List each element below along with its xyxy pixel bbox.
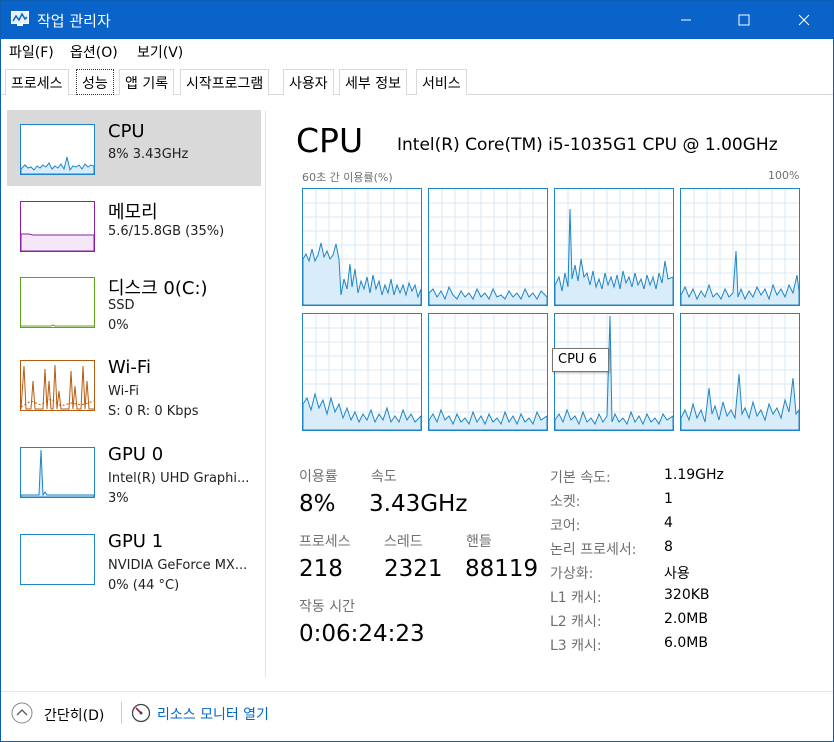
sidebar-gpu1-model: NVIDIA GeForce MX... — [108, 558, 248, 573]
speed-label: 속도 — [371, 469, 397, 485]
sidebar-memory-usage: 5.6/15.8GB (35%) — [108, 224, 225, 239]
chevron-up-circle-icon[interactable] — [11, 702, 33, 724]
sidebar-wifi-throughput: S: 0 R: 0 Kbps — [108, 404, 199, 419]
sidebar-item-cpu[interactable]: CPU 8% 3.43GHz — [7, 110, 261, 186]
disk-mini-graph — [20, 277, 95, 328]
handles-label: 핸들 — [466, 534, 492, 550]
sidebar-gpu0-title: GPU 0 — [108, 444, 164, 465]
cpu-graph-tooltip: CPU 6 — [552, 348, 609, 372]
virtualization-value: 사용 — [664, 566, 690, 582]
uptime-label: 작동 시간 — [299, 599, 355, 615]
sidebar-divider — [265, 111, 266, 677]
resource-monitor-icon — [131, 703, 151, 723]
l3-cache-label: L3 캐시: — [550, 638, 602, 654]
menu-view[interactable]: 보기(V) — [137, 42, 183, 62]
tab-users[interactable]: 사용자 — [283, 69, 334, 95]
tab-details[interactable]: 세부 정보 — [339, 69, 407, 95]
utilization-label: 이용률 — [299, 469, 338, 485]
logical-processors-label: 논리 프로세서: — [550, 542, 637, 558]
cpu-graph-7[interactable] — [680, 313, 800, 431]
cpu-graph-2[interactable] — [554, 188, 674, 306]
menu-options[interactable]: 옵션(O) — [70, 42, 118, 62]
cores-label: 코어: — [550, 518, 581, 534]
memory-mini-graph — [20, 201, 95, 252]
sidebar-item-gpu1[interactable]: GPU 1 NVIDIA GeForce MX... 0% (44 °C) — [7, 520, 261, 596]
page-title: CPU — [296, 121, 364, 160]
sidebar-cpu-title: CPU — [108, 121, 145, 142]
footer-divider — [121, 702, 122, 724]
sockets-label: 소켓: — [550, 494, 581, 510]
sidebar-cpu-usage: 8% 3.43GHz — [108, 147, 189, 162]
sidebar-gpu1-title: GPU 1 — [108, 531, 164, 552]
cpu-graph-6[interactable] — [554, 313, 674, 431]
sidebar-gpu0-usage: 3% — [108, 491, 129, 506]
maximize-icon — [738, 14, 750, 26]
window-title: 작업 관리자 — [37, 12, 111, 30]
sidebar-disk-usage: 0% — [108, 318, 129, 333]
tab-startup[interactable]: 시작프로그램 — [180, 69, 270, 95]
sidebar-item-wifi[interactable]: Wi-Fi Wi-Fi S: 0 R: 0 Kbps — [7, 346, 261, 422]
utilization-value: 8% — [299, 491, 336, 517]
speed-value: 3.43GHz — [369, 491, 468, 517]
sidebar-gpu1-usage: 0% (44 °C) — [108, 578, 180, 593]
tab-processes[interactable]: 프로세스 — [5, 69, 69, 95]
cores-value: 4 — [664, 515, 673, 531]
sidebar-gpu0-model: Intel(R) UHD Graphi... — [108, 471, 250, 486]
virtualization-label: 가상화: — [550, 566, 594, 582]
cpu-graph-1[interactable] — [428, 188, 548, 306]
tab-bar: 프로세스 성능 앱 기록 시작프로그램 사용자 세부 정보 서비스 — [1, 67, 833, 95]
minimize-button[interactable] — [663, 1, 709, 39]
tab-app-history[interactable]: 앱 기록 — [119, 69, 175, 95]
base-speed-value: 1.19GHz — [664, 467, 724, 483]
close-icon — [798, 14, 810, 26]
sockets-value: 1 — [664, 491, 673, 507]
task-manager-window: 작업 관리자 파일(F) 옵션(O) 보기(V) 프로세스 성능 앱 기록 시작… — [0, 0, 834, 742]
gpu1-mini-graph — [20, 534, 95, 585]
cpu-graph-4[interactable] — [302, 313, 422, 431]
menu-file[interactable]: 파일(F) — [9, 42, 54, 62]
sidebar-disk-title: 디스크 0(C:) — [108, 278, 208, 299]
l2-cache-value: 2.0MB — [664, 611, 708, 627]
sidebar-item-disk[interactable]: 디스크 0(C:) SSD 0% — [7, 263, 261, 339]
l2-cache-label: L2 캐시: — [550, 614, 602, 630]
sidebar-wifi-adapter: Wi-Fi — [108, 384, 140, 399]
l1-cache-label: L1 캐시: — [550, 590, 602, 606]
maximize-button[interactable] — [721, 1, 767, 39]
sidebar-item-gpu0[interactable]: GPU 0 Intel(R) UHD Graphi... 3% — [7, 433, 261, 509]
sidebar-disk-type: SSD — [108, 298, 135, 313]
tab-performance[interactable]: 성능 — [76, 69, 114, 95]
fewer-details-button[interactable]: 간단히(D) — [44, 705, 104, 725]
cpu-graph-3[interactable] — [680, 188, 800, 306]
cpu-mini-graph — [20, 124, 95, 175]
gpu0-mini-graph — [20, 447, 95, 498]
processes-value: 218 — [299, 556, 343, 582]
handles-value: 88119 — [465, 556, 539, 582]
logical-processors-value: 8 — [664, 539, 673, 555]
sidebar-item-memory[interactable]: 메모리 5.6/15.8GB (35%) — [7, 187, 261, 263]
sidebar-memory-title: 메모리 — [108, 202, 158, 223]
minimize-icon — [681, 19, 691, 21]
footer: 간단히(D) 리소스 모니터 열기 — [1, 691, 833, 741]
threads-value: 2321 — [384, 556, 443, 582]
cpu-model-name: Intel(R) Core(TM) i5-1035G1 CPU @ 1.00GH… — [397, 135, 778, 155]
tab-services[interactable]: 서비스 — [416, 69, 467, 95]
wifi-mini-graph — [20, 360, 95, 411]
processes-label: 프로세스 — [299, 534, 351, 550]
l1-cache-value: 320KB — [664, 587, 710, 603]
l3-cache-value: 6.0MB — [664, 635, 708, 651]
cpu-graph-5[interactable] — [428, 313, 548, 431]
menu-bar: 파일(F) 옵션(O) 보기(V) — [1, 39, 833, 65]
cpu-graph-0[interactable] — [302, 188, 422, 306]
graph-max-label: 100% — [768, 169, 800, 182]
title-bar[interactable]: 작업 관리자 — [1, 1, 833, 39]
threads-label: 스레드 — [384, 534, 423, 550]
close-button[interactable] — [781, 1, 827, 39]
uptime-value: 0:06:24:23 — [299, 621, 425, 647]
open-resource-monitor-link[interactable]: 리소스 모니터 열기 — [157, 704, 269, 724]
sidebar-wifi-title: Wi-Fi — [108, 357, 151, 378]
task-manager-app-icon — [11, 11, 29, 26]
base-speed-label: 기본 속도: — [550, 470, 611, 486]
graph-axis-label: 60초 간 이용률(%) — [302, 171, 393, 184]
